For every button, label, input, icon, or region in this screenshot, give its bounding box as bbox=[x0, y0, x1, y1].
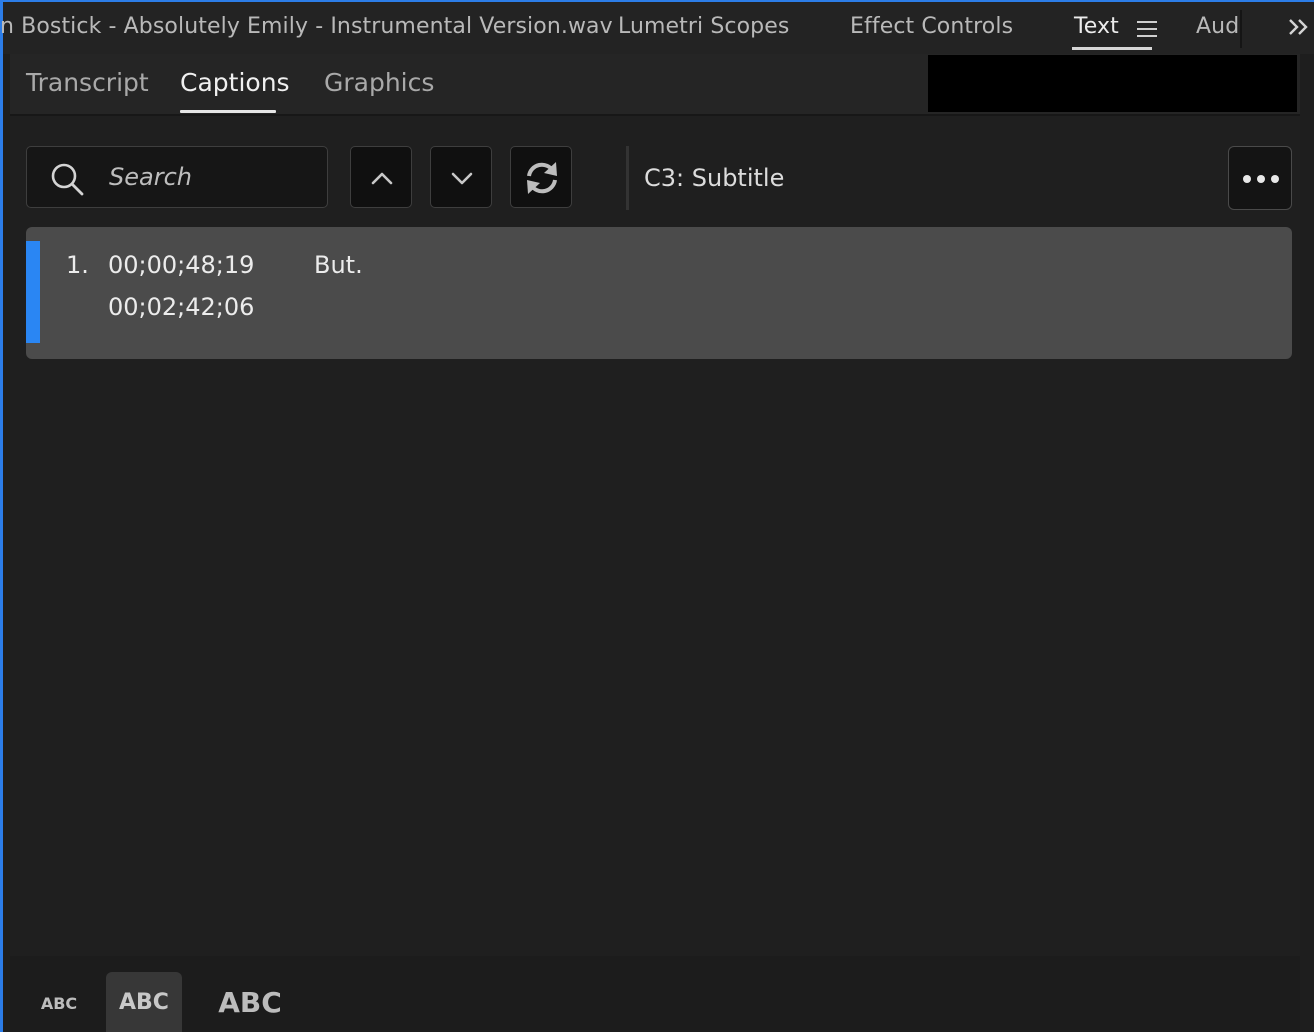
tab-transcript[interactable]: Transcript bbox=[26, 68, 149, 97]
caption-track-label: C3: Subtitle bbox=[644, 164, 785, 192]
previous-caption-button[interactable] bbox=[350, 146, 412, 208]
active-sub-tab-indicator bbox=[180, 110, 276, 113]
caption-end-time[interactable]: 00;02;42;06 bbox=[108, 293, 254, 321]
active-panel-tab-indicator bbox=[1072, 47, 1152, 50]
text-size-large-button[interactable]: ABC bbox=[210, 982, 290, 1022]
tab-captions[interactable]: Captions bbox=[180, 68, 290, 97]
search-icon bbox=[51, 163, 84, 196]
chevron-double-right-icon[interactable] bbox=[1287, 16, 1311, 40]
ellipsis-icon bbox=[1243, 175, 1279, 183]
text-panel: n Bostick - Absolutely Emily - Instrumen… bbox=[0, 0, 1314, 1032]
tab-audio-clip[interactable]: n Bostick - Absolutely Emily - Instrumen… bbox=[0, 14, 613, 39]
caption-index: 1. bbox=[66, 251, 89, 279]
caption-text[interactable]: But. bbox=[314, 251, 363, 279]
chevron-up-icon bbox=[371, 172, 393, 185]
caption-start-time[interactable]: 00;00;48;19 bbox=[108, 251, 254, 279]
tab-graphics[interactable]: Graphics bbox=[324, 68, 434, 97]
refresh-icon bbox=[527, 162, 557, 194]
replace-button[interactable] bbox=[510, 146, 572, 208]
tab-lumetri-scopes[interactable]: Lumetri Scopes bbox=[618, 14, 789, 39]
tab-audio[interactable]: Aud bbox=[1196, 14, 1239, 39]
chevron-down-icon bbox=[451, 172, 473, 185]
panel-menu-icon[interactable] bbox=[1137, 21, 1157, 39]
tab-divider bbox=[1240, 10, 1242, 48]
search-input[interactable] bbox=[109, 157, 309, 197]
redacted-area bbox=[928, 55, 1297, 112]
text-size-bar bbox=[10, 956, 1300, 1032]
search-field[interactable] bbox=[26, 146, 328, 208]
tab-effect-controls[interactable]: Effect Controls bbox=[850, 14, 1013, 39]
panel-focus-border-left bbox=[0, 0, 3, 1032]
caption-selection-indicator bbox=[26, 241, 40, 343]
caption-row[interactable]: 1. 00;00;48;19 00;02;42;06 But. bbox=[26, 227, 1292, 359]
next-caption-button[interactable] bbox=[430, 146, 492, 208]
toolbar-divider bbox=[626, 146, 629, 210]
tab-text[interactable]: Text bbox=[1074, 14, 1119, 39]
text-size-medium-button[interactable]: ABC bbox=[106, 972, 182, 1032]
more-options-button[interactable] bbox=[1228, 146, 1292, 210]
text-size-small-button[interactable]: ABC bbox=[34, 988, 84, 1018]
